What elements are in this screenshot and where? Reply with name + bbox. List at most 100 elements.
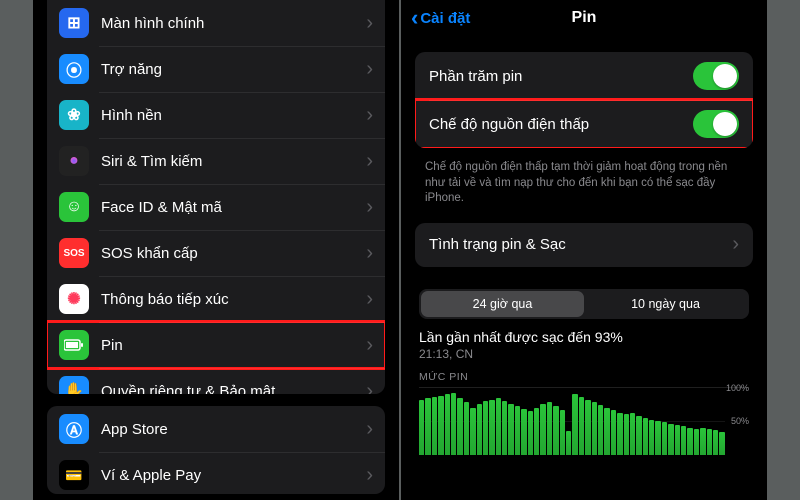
chevron-right-icon: › bbox=[366, 150, 373, 173]
row-home-screen[interactable]: ⊞ Màn hình chính › bbox=[47, 0, 385, 46]
chart-bar bbox=[662, 422, 667, 454]
chevron-right-icon: › bbox=[366, 104, 373, 127]
row-battery-health[interactable]: Tình trạng pin & Sạc › bbox=[415, 223, 753, 267]
row-label: Hình nền bbox=[101, 107, 360, 124]
battery-icon bbox=[59, 330, 89, 360]
last-charge-title: Lần gần nhất được sạc đến 93% bbox=[419, 329, 749, 345]
row-percentage[interactable]: Phần trăm pin bbox=[415, 52, 753, 100]
row-exposure[interactable]: ✺ Thông báo tiếp xúc › bbox=[47, 276, 385, 322]
chevron-right-icon: › bbox=[366, 418, 373, 441]
chart-bar bbox=[604, 408, 609, 455]
face-id-icon: ☺ bbox=[59, 192, 89, 222]
chart-bar bbox=[643, 418, 648, 455]
row-sos[interactable]: SOS SOS khẩn cấp › bbox=[47, 230, 385, 276]
row-app-store[interactable]: Ⓐ App Store › bbox=[47, 406, 385, 452]
chart-bar bbox=[457, 398, 462, 455]
exposure-icon: ✺ bbox=[59, 284, 89, 314]
chart-bar bbox=[540, 404, 545, 454]
chart-bar bbox=[617, 413, 622, 455]
chart-bar bbox=[451, 393, 456, 455]
time-range-segment[interactable]: 24 giờ qua 10 ngày qua bbox=[419, 289, 749, 319]
row-wallpaper[interactable]: ❀ Hình nền › bbox=[47, 92, 385, 138]
battery-chart-area: Lần gần nhất được sạc đến 93% 21:13, CN … bbox=[401, 329, 767, 455]
low-power-toggle[interactable] bbox=[693, 110, 739, 138]
chart-bar bbox=[547, 402, 552, 454]
row-label: Thông báo tiếp xúc bbox=[101, 291, 360, 308]
chart-bar bbox=[592, 402, 597, 454]
chart-bar bbox=[445, 394, 450, 454]
chart-bar bbox=[713, 430, 718, 454]
toggle-group: Phần trăm pin Chế độ nguồn điện thấp bbox=[415, 52, 753, 148]
chart-bar bbox=[528, 411, 533, 455]
battery-right-panel: ‹ Cài đặt Pin Phần trăm pin Chế độ nguồn… bbox=[401, 0, 767, 500]
percentage-toggle[interactable] bbox=[693, 62, 739, 90]
chart-bar bbox=[572, 394, 577, 454]
chart-bar bbox=[598, 405, 603, 455]
row-low-power[interactable]: Chế độ nguồn điện thấp bbox=[415, 100, 753, 148]
tick-100: 100% bbox=[726, 383, 749, 393]
chart-bar bbox=[681, 426, 686, 454]
settings-left-panel: ⊞ Màn hình chính › ⦿ Trợ năng › ❀ Hình n… bbox=[33, 0, 399, 500]
chart-bar bbox=[566, 431, 571, 454]
wallpaper-icon: ❀ bbox=[59, 100, 89, 130]
seg-24h[interactable]: 24 giờ qua bbox=[421, 291, 584, 317]
row-siri[interactable]: ● Siri & Tìm kiếm › bbox=[47, 138, 385, 184]
chevron-right-icon: › bbox=[366, 58, 373, 81]
privacy-icon: ✋ bbox=[59, 376, 89, 394]
row-label: SOS khẩn cấp bbox=[101, 245, 360, 262]
row-label: Face ID & Mật mã bbox=[101, 199, 360, 216]
chart-bar bbox=[636, 416, 641, 455]
chart-bar bbox=[438, 396, 443, 455]
health-group: Tình trạng pin & Sạc › bbox=[415, 223, 753, 267]
chart-bar bbox=[496, 398, 501, 454]
chart-bar bbox=[553, 406, 558, 454]
chart-bar bbox=[649, 420, 654, 455]
chart-bar bbox=[560, 410, 565, 454]
back-button[interactable]: ‹ Cài đặt bbox=[411, 9, 470, 27]
chart-bar bbox=[419, 400, 424, 455]
row-label: Quyền riêng tư & Bảo mật bbox=[101, 383, 360, 395]
row-label: App Store bbox=[101, 421, 360, 438]
chart-bar bbox=[534, 408, 539, 455]
wallet-icon: 💳 bbox=[59, 460, 89, 490]
chart-bar bbox=[611, 410, 616, 454]
chart-bar bbox=[707, 429, 712, 454]
row-privacy[interactable]: ✋ Quyền riêng tư & Bảo mật › bbox=[47, 368, 385, 394]
chevron-right-icon: › bbox=[366, 12, 373, 35]
chart-bar bbox=[489, 400, 494, 455]
chart-bar bbox=[687, 428, 692, 455]
chart-bar bbox=[502, 401, 507, 455]
row-label: Ví & Apple Pay bbox=[101, 467, 360, 484]
chart-section-label: MỨC PIN bbox=[419, 371, 749, 383]
row-wallet[interactable]: 💳 Ví & Apple Pay › bbox=[47, 452, 385, 494]
chart-bar bbox=[675, 425, 680, 454]
nav-header: ‹ Cài đặt Pin bbox=[401, 0, 767, 36]
chart-bar bbox=[700, 428, 705, 455]
seg-10d[interactable]: 10 ngày qua bbox=[584, 291, 747, 317]
row-label: Trợ năng bbox=[101, 61, 360, 78]
row-battery[interactable]: Pin › bbox=[47, 322, 385, 368]
row-face-id[interactable]: ☺ Face ID & Mật mã › bbox=[47, 184, 385, 230]
chevron-right-icon: › bbox=[366, 380, 373, 395]
chart-bar bbox=[585, 400, 590, 455]
chart-bar bbox=[668, 424, 673, 455]
page-title: Pin bbox=[572, 9, 597, 27]
chevron-left-icon: ‹ bbox=[411, 9, 418, 27]
row-accessibility[interactable]: ⦿ Trợ năng › bbox=[47, 46, 385, 92]
app-store-icon: Ⓐ bbox=[59, 414, 89, 444]
chart-bar bbox=[694, 429, 699, 454]
chart-bar bbox=[477, 404, 482, 454]
home-icon: ⊞ bbox=[59, 8, 89, 38]
settings-group-1: ⊞ Màn hình chính › ⦿ Trợ năng › ❀ Hình n… bbox=[47, 0, 385, 394]
row-label: Phần trăm pin bbox=[429, 68, 693, 85]
chevron-right-icon: › bbox=[366, 196, 373, 219]
tick-50: 50% bbox=[731, 416, 749, 426]
chart-bar bbox=[464, 402, 469, 454]
row-label: Màn hình chính bbox=[101, 15, 360, 32]
sos-icon: SOS bbox=[59, 238, 89, 268]
last-charge-sub: 21:13, CN bbox=[419, 347, 749, 361]
row-label: Tình trạng pin & Sạc bbox=[429, 236, 726, 253]
chevron-right-icon: › bbox=[366, 334, 373, 357]
siri-icon: ● bbox=[59, 146, 89, 176]
chevron-right-icon: › bbox=[366, 464, 373, 487]
